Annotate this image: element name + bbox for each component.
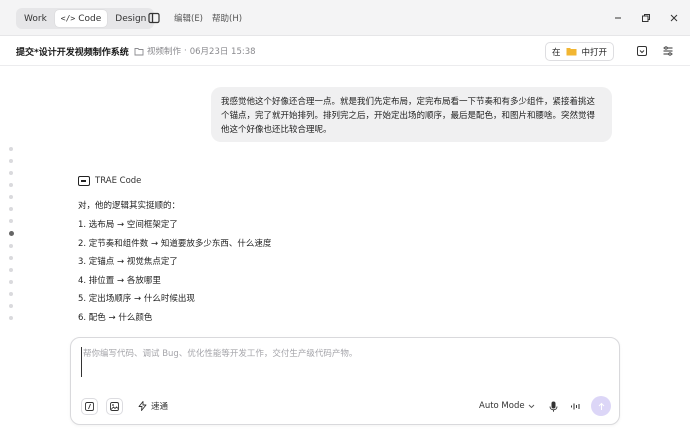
prompt-input[interactable] bbox=[81, 347, 606, 377]
mode-work-label: Work bbox=[24, 13, 47, 24]
session-date: 06月23日 15:38 bbox=[189, 47, 256, 57]
restore-icon[interactable] bbox=[638, 10, 654, 26]
nav-dot[interactable] bbox=[9, 159, 13, 163]
mode-dropdown-label: Auto Mode bbox=[479, 401, 525, 411]
folder-outline-icon bbox=[134, 47, 144, 55]
nav-dot[interactable] bbox=[9, 195, 13, 199]
terminal-icon bbox=[78, 176, 90, 186]
user-message: 我感觉他这个好像还合理一点。就是我们先定布局，定完布局看一下节奏和有多少组件，紧… bbox=[211, 87, 612, 142]
project-name[interactable]: 视频制作 bbox=[147, 45, 181, 57]
menu-help[interactable]: 帮助(H) bbox=[212, 12, 242, 24]
nav-dot[interactable] bbox=[9, 171, 13, 175]
session-meta: 视频制作 · 06月23日 15:38 bbox=[134, 45, 256, 57]
mode-dropdown[interactable]: Auto Mode bbox=[479, 401, 535, 411]
title-bar: Work </> Code Design 编辑(E) 帮助(H) bbox=[0, 0, 690, 36]
list-item: 1. 选布局 → 空间框架定了 bbox=[78, 220, 178, 230]
list-item: 2. 定节奏和组件数 → 知道要放多少东西、什么速度 bbox=[78, 238, 272, 249]
list-item: 3. 定锚点 → 视觉焦点定了 bbox=[78, 257, 178, 268]
list-item: 5. 定出场顺序 → 什么时候出现 bbox=[78, 294, 195, 305]
nav-dot[interactable] bbox=[9, 147, 13, 151]
open-in-prefix: 在 bbox=[552, 47, 561, 58]
open-in-button[interactable]: 在 中打开 bbox=[545, 42, 615, 61]
attach-button[interactable] bbox=[81, 398, 98, 415]
send-button[interactable] bbox=[591, 396, 611, 416]
nav-dot[interactable] bbox=[9, 183, 13, 187]
quick-mode-toggle[interactable]: 速通 bbox=[138, 400, 168, 412]
close-icon[interactable] bbox=[666, 10, 682, 26]
mode-code-label: Code bbox=[78, 13, 102, 24]
chat-composer: 速通 Auto Mode bbox=[70, 337, 620, 425]
sidebar-toggle-icon[interactable] bbox=[147, 11, 161, 25]
answer-steps: 1. 选布局 → 空间框架定了 2. 定节奏和组件数 → 知道要放多少东西、什么… bbox=[78, 219, 271, 331]
voice-wave-icon[interactable] bbox=[569, 400, 582, 413]
arrow-up-icon bbox=[598, 402, 604, 410]
mode-switcher: Work </> Code Design bbox=[16, 8, 155, 29]
browser-preview-icon[interactable] bbox=[636, 45, 648, 57]
mode-design-button[interactable]: Design bbox=[109, 10, 152, 27]
list-item: 4. 排位置 → 各放哪里 bbox=[78, 275, 161, 286]
settings-sliders-icon[interactable] bbox=[662, 45, 674, 57]
nav-dot[interactable] bbox=[9, 256, 13, 260]
image-icon bbox=[110, 402, 119, 411]
microphone-icon[interactable] bbox=[547, 400, 560, 413]
nav-dot[interactable] bbox=[9, 280, 13, 284]
code-icon: </> bbox=[60, 14, 76, 23]
mode-design-label: Design bbox=[115, 13, 147, 24]
meta-separator: · bbox=[184, 46, 187, 56]
menu-edit[interactable]: 编辑(E) bbox=[174, 12, 203, 24]
nav-dot[interactable] bbox=[9, 268, 13, 272]
nav-dot[interactable] bbox=[9, 207, 13, 211]
lightning-icon bbox=[138, 401, 147, 411]
list-item: 6. 配色 → 什么颜色 bbox=[78, 312, 153, 323]
nav-dot[interactable] bbox=[9, 244, 13, 248]
page-title: 提交*设计开发视频制作系统 bbox=[16, 48, 129, 58]
chevron-down-icon bbox=[528, 404, 534, 408]
mode-work-button[interactable]: Work bbox=[18, 10, 53, 27]
nav-dot[interactable] bbox=[9, 219, 13, 223]
folder-icon bbox=[566, 48, 577, 56]
agent-header: TRAE Code bbox=[78, 176, 141, 186]
image-upload-button[interactable] bbox=[106, 398, 123, 415]
agent-name: TRAE Code bbox=[95, 176, 142, 186]
quick-mode-label: 速通 bbox=[151, 402, 169, 412]
nav-dot[interactable] bbox=[9, 316, 13, 320]
session-header: 提交*设计开发视频制作系统 视频制作 · 06月23日 15:38 在 中打开 bbox=[0, 36, 690, 66]
nav-dot[interactable] bbox=[9, 292, 13, 296]
nav-dot-active[interactable] bbox=[8, 231, 14, 236]
answer-intro: 对，他的逻辑其实挺顺的： bbox=[78, 201, 181, 211]
minimize-icon[interactable] bbox=[610, 10, 626, 26]
scroll-navigator[interactable] bbox=[8, 147, 15, 328]
mode-code-button[interactable]: </> Code bbox=[54, 10, 108, 27]
open-in-label: 中打开 bbox=[581, 47, 608, 58]
nav-dot[interactable] bbox=[9, 304, 13, 308]
slash-command-icon bbox=[85, 402, 94, 411]
